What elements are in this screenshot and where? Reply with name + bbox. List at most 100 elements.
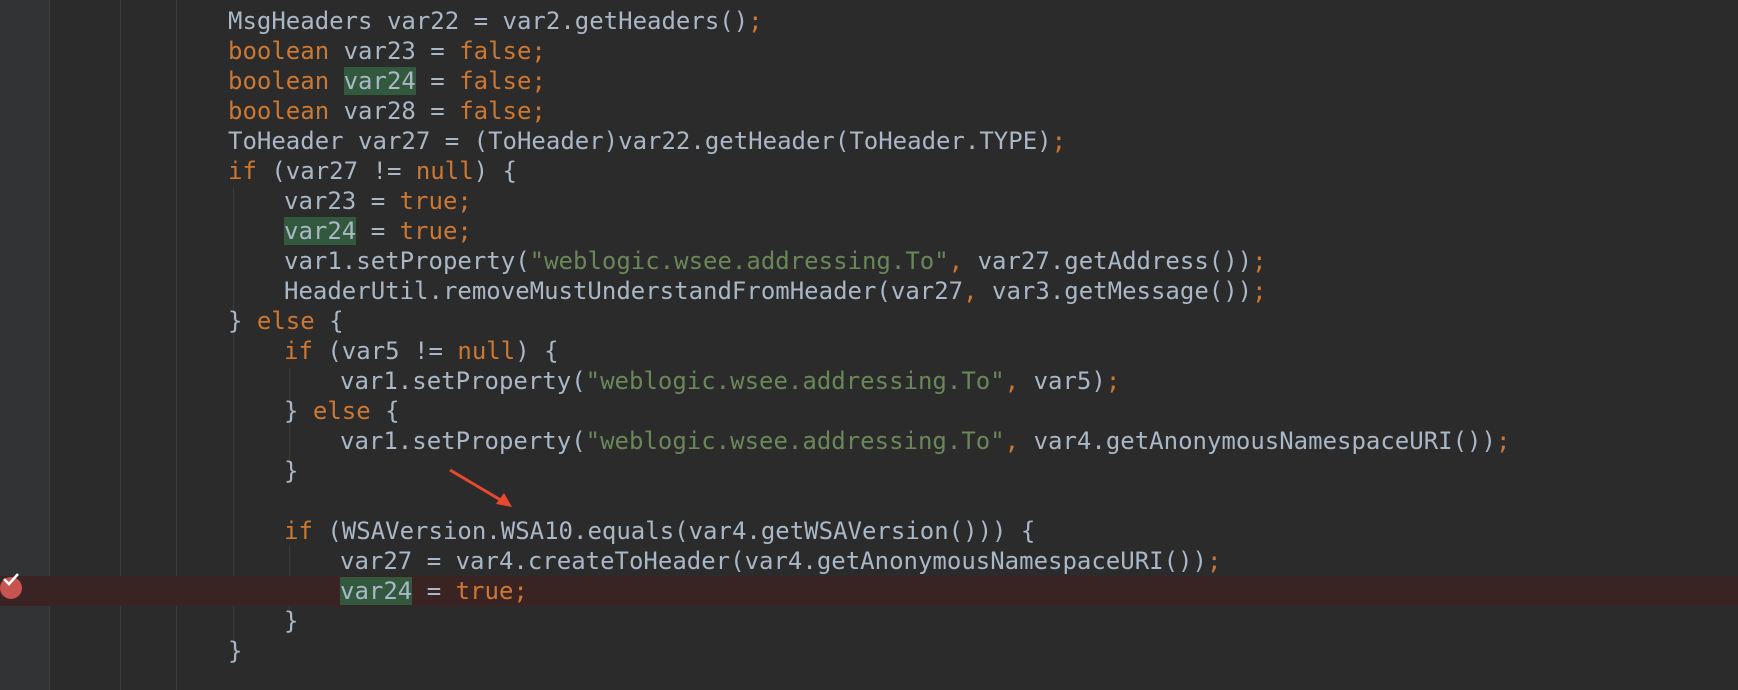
code-line[interactable]: boolean var28 = false; (0, 96, 1738, 126)
code-token: { (329, 307, 344, 335)
code-line[interactable]: } (0, 456, 1738, 486)
code-line[interactable]: var1.setProperty("weblogic.wsee.addressi… (0, 246, 1738, 276)
code-token: ; (1105, 367, 1121, 395)
code-line[interactable]: var1.setProperty("weblogic.wsee.addressi… (0, 366, 1738, 396)
code-token: var3.getMessage()) (992, 277, 1253, 305)
code-token: var1.setProperty( (284, 247, 530, 275)
code-text: } else { (284, 396, 400, 426)
code-line[interactable]: MsgHeaders var22 = var2.getHeaders(); (0, 6, 1738, 36)
code-token: } (284, 457, 299, 485)
code-line-breakpoint[interactable]: var24 = true; (0, 576, 1738, 606)
code-line[interactable] (0, 486, 1738, 516)
code-token: ; (1252, 247, 1267, 275)
code-token: = (356, 217, 400, 245)
code-token: = (415, 67, 460, 95)
code-token: var1.setProperty( (340, 427, 586, 455)
code-token: true; (399, 187, 472, 215)
code-line[interactable]: boolean var23 = false; (0, 36, 1738, 66)
code-token: } (228, 637, 243, 665)
code-token: , (1004, 367, 1034, 395)
code-line[interactable]: } (0, 606, 1738, 636)
code-token: var4.getAnonymousNamespaceURI()) (1033, 427, 1496, 455)
code-line[interactable]: ToHeader var27 = (ToHeader)var22.getHead… (0, 126, 1738, 156)
code-token: false; (459, 37, 546, 65)
code-line[interactable]: boolean var24 = false; (0, 66, 1738, 96)
code-token: (WSAVersion.WSA10.equals(var4.getWSAVers… (327, 517, 1036, 545)
code-text: } (284, 606, 298, 636)
code-token: MsgHeaders var22 = var2.getHeaders() (228, 7, 749, 35)
code-token: , (948, 247, 978, 275)
code-token: var28 = (343, 97, 460, 125)
code-text: boolean var23 = false; (228, 36, 546, 66)
code-token: var23 = (284, 187, 400, 215)
code-token: } (228, 307, 257, 335)
annotation-arrow-icon (449, 468, 512, 507)
code-token: null (415, 157, 474, 185)
code-line[interactable]: if (var27 != null) { (0, 156, 1738, 186)
code-text: } (284, 456, 298, 486)
code-token: if (284, 517, 328, 545)
code-text: var1.setProperty("weblogic.wsee.addressi… (284, 246, 1267, 276)
code-line[interactable]: if (WSAVersion.WSA10.equals(var4.getWSAV… (0, 516, 1738, 546)
code-token: ; (1252, 277, 1267, 305)
code-text: ToHeader var27 = (ToHeader)var22.getHead… (228, 126, 1066, 156)
code-token: true; (399, 217, 472, 245)
code-line[interactable]: if (var5 != null) { (0, 336, 1738, 366)
code-line[interactable]: HeaderUtil.removeMustUnderstandFromHeade… (0, 276, 1738, 306)
code-token: false; (459, 67, 546, 95)
code-text: } else { (228, 306, 344, 336)
code-token: ; (1051, 127, 1067, 155)
code-text: if (var5 != null) { (284, 336, 559, 366)
code-token: var1.setProperty( (340, 367, 586, 395)
code-text: } (228, 636, 242, 666)
code-token: "weblogic.wsee.addressing.To" (585, 427, 1005, 455)
code-text: var27 = var4.createToHeader(var4.getAnon… (340, 546, 1221, 576)
code-token: "weblogic.wsee.addressing.To" (585, 367, 1005, 395)
code-token: { (385, 397, 400, 425)
code-token: ; (748, 7, 763, 35)
code-token: var27 = var4.createToHeader(var4.getAnon… (340, 547, 1207, 575)
code-token: "weblogic.wsee.addressing.To" (529, 247, 949, 275)
code-text: boolean var24 = false; (228, 66, 546, 96)
code-token: else (312, 397, 386, 425)
code-line[interactable]: } else { (0, 306, 1738, 336)
code-text: HeaderUtil.removeMustUnderstandFromHeade… (284, 276, 1267, 306)
code-line[interactable]: var1.setProperty("weblogic.wsee.addressi… (0, 426, 1738, 456)
code-token: ; (1495, 427, 1511, 455)
code-token: } (284, 397, 313, 425)
code-editor[interactable]: MsgHeaders var22 = var2.getHeaders(); boo… (0, 0, 1738, 690)
code-token: null (457, 337, 516, 365)
highlighted-identifier: var24 (343, 67, 416, 95)
code-token: var23 = (343, 37, 460, 65)
code-line[interactable]: var27 = var4.createToHeader(var4.getAnon… (0, 546, 1738, 576)
code-token: = (412, 577, 456, 605)
code-token: } (284, 607, 299, 635)
breakpoint-verified-icon (3, 573, 19, 586)
code-text: var1.setProperty("weblogic.wsee.addressi… (340, 426, 1510, 456)
code-text: var1.setProperty("weblogic.wsee.addressi… (340, 366, 1120, 396)
code-line[interactable]: var24 = true; (0, 216, 1738, 246)
code-token: true; (455, 577, 528, 605)
code-token: , (1004, 427, 1034, 455)
code-token: boolean (228, 97, 344, 125)
code-text: var23 = true; (284, 186, 472, 216)
code-text: if (WSAVersion.WSA10.equals(var4.getWSAV… (284, 516, 1035, 546)
code-token: ) { (515, 337, 559, 365)
code-line[interactable]: var23 = true; (0, 186, 1738, 216)
code-token: ToHeader var27 = (ToHeader)var22.getHead… (228, 127, 1052, 155)
code-line[interactable]: } (0, 636, 1738, 666)
code-token: HeaderUtil.removeMustUnderstandFromHeade… (284, 277, 964, 305)
code-text: if (var27 != null) { (228, 156, 517, 186)
code-token: if (228, 157, 272, 185)
code-token: (var5 != (327, 337, 458, 365)
code-token: boolean (228, 67, 344, 95)
code-line[interactable]: } else { (0, 396, 1738, 426)
code-token: boolean (228, 37, 344, 65)
code-token: if (284, 337, 328, 365)
highlighted-identifier: var24 (284, 217, 357, 245)
code-token: else (256, 307, 330, 335)
code-token: var27.getAddress()) (977, 247, 1253, 275)
code-token: , (963, 277, 993, 305)
highlighted-identifier: var24 (340, 577, 413, 605)
code-token: ; (1206, 547, 1222, 575)
